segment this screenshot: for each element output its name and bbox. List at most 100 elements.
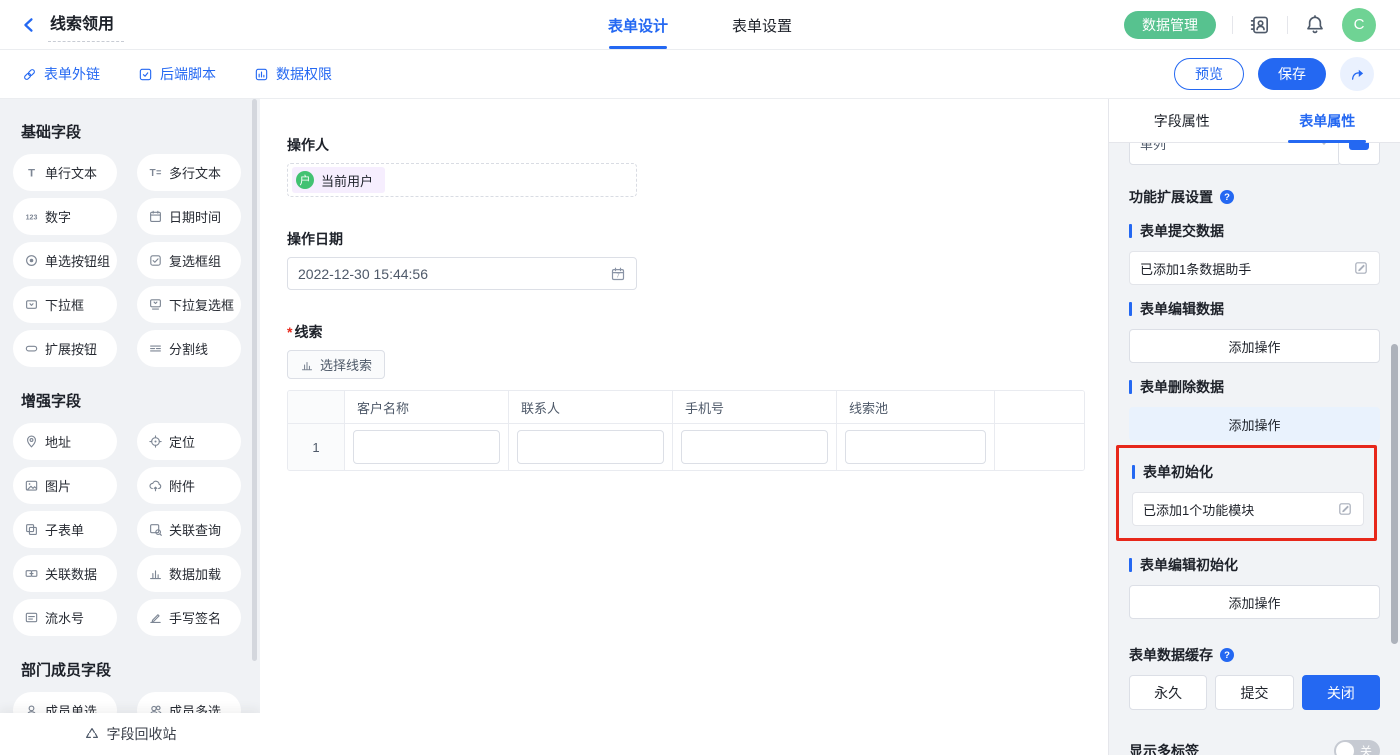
svg-text:T: T: [28, 167, 35, 179]
sidebar-item-select[interactable]: 下拉框: [13, 286, 117, 323]
table-cell-input[interactable]: [845, 430, 986, 464]
sidebar-item-address[interactable]: 地址: [13, 423, 117, 460]
sidebar-item-subform[interactable]: 子表单: [13, 511, 117, 548]
add-action-button[interactable]: 添加操作: [1129, 329, 1380, 363]
back-icon[interactable]: [20, 16, 38, 34]
sidebar-item-locate[interactable]: 定位: [137, 423, 241, 460]
contacts-icon[interactable]: [1249, 14, 1271, 36]
sidebar-item-reldata[interactable]: 关联数据: [13, 555, 117, 592]
page-title[interactable]: 线索领用: [48, 8, 124, 42]
app-root: 线索领用 表单设计 表单设置 数据管理 C 表单外链 后端脚本 数据权限 预览 保存…: [0, 0, 1400, 755]
save-button[interactable]: 保存: [1258, 58, 1326, 90]
add-action-button[interactable]: 添加操作: [1129, 585, 1380, 619]
cache-option-button[interactable]: 提交: [1215, 675, 1293, 710]
cache-option-button[interactable]: 永久: [1129, 675, 1207, 710]
operator-field-label: 操作人: [287, 135, 1108, 155]
edit-pencil-icon[interactable]: [1337, 501, 1353, 517]
sidebar-item-sign[interactable]: 手写签名: [137, 599, 241, 636]
form-canvas[interactable]: 操作人 户 当前用户 操作日期 2022-12-30 15:44:56 7 *: [260, 99, 1108, 755]
panel-scrollbar[interactable]: [1391, 344, 1398, 644]
toolbar-link-label: 表单外链: [44, 64, 100, 84]
clipped-icon-button[interactable]: [1338, 143, 1380, 165]
section-accent-bar: [1129, 558, 1132, 572]
sidebar-item-label: 多行文本: [169, 163, 221, 182]
clue-table-header-cell: 手机号: [673, 391, 837, 424]
operator-field-value[interactable]: 户 当前用户: [287, 163, 637, 197]
sidebar-item-radio[interactable]: 单选按钮组: [13, 242, 117, 279]
sidebar-item-textarea[interactable]: T多行文本: [137, 154, 241, 191]
clue-table-cell: [509, 424, 673, 470]
sidebar-item-label: 子表单: [45, 520, 84, 539]
operation-date-input[interactable]: 2022-12-30 15:44:56 7: [287, 257, 637, 290]
number-icon: 123: [24, 209, 39, 224]
radio-icon: [24, 253, 39, 268]
chevron-down-icon: [1318, 143, 1330, 149]
panel-value-field[interactable]: 已添加1条数据助手: [1129, 251, 1380, 285]
sidebar-item-relquery[interactable]: 关联查询: [137, 511, 241, 548]
bell-icon[interactable]: [1304, 14, 1326, 36]
sidebar-item-multiselect[interactable]: 下拉复选框: [137, 286, 241, 323]
clue-table-header-cell: 线索池: [837, 391, 995, 424]
table-cell-input[interactable]: [517, 430, 664, 464]
table-cell-input[interactable]: [681, 430, 828, 464]
tab-form-properties[interactable]: 表单属性: [1255, 99, 1400, 142]
edit-pencil-icon[interactable]: [1353, 260, 1369, 276]
svg-text:7: 7: [616, 273, 620, 279]
required-mark: *: [287, 324, 292, 340]
user-avatar-icon: 户: [296, 171, 314, 189]
sidebar-item-attach[interactable]: 附件: [137, 467, 241, 504]
date-field[interactable]: 操作日期 2022-12-30 15:44:56 7: [287, 229, 1108, 290]
field-recycle-bin[interactable]: 字段回收站: [0, 713, 260, 755]
preview-button[interactable]: 预览: [1174, 58, 1244, 90]
cache-option-button[interactable]: 关闭: [1302, 675, 1380, 710]
topbar-left: 线索领用: [0, 8, 124, 42]
sidebar-item-text[interactable]: T单行文本: [13, 154, 117, 191]
properties-panel-body: 单列 功能扩展设置 ? 表单提交数据已添加1条数据助手表单编辑数据添加操作表单删…: [1109, 143, 1400, 755]
operator-field[interactable]: 操作人 户 当前用户: [287, 135, 1108, 197]
sidebar-scrollbar[interactable]: [252, 99, 257, 661]
link-icon: [22, 67, 37, 82]
multiselect-icon: [148, 297, 163, 312]
clue-table-cell: [345, 424, 509, 470]
tab-field-properties[interactable]: 字段属性: [1109, 99, 1255, 142]
help-icon[interactable]: ?: [1219, 189, 1235, 205]
help-icon[interactable]: ?: [1219, 647, 1235, 663]
choose-clue-button[interactable]: 选择线索: [287, 350, 385, 379]
sidebar-item-image[interactable]: 图片: [13, 467, 117, 504]
sidebar-item-serial[interactable]: 流水号: [13, 599, 117, 636]
highlight-red-box: 表单初始化已添加1个功能模块: [1116, 445, 1377, 541]
sidebar-item-dataload[interactable]: 数据加载: [137, 555, 241, 592]
toolbar-link-link[interactable]: 表单外链: [22, 64, 100, 84]
extension-settings-title: 功能扩展设置: [1129, 187, 1213, 207]
multi-tab-toggle[interactable]: 关: [1334, 740, 1380, 755]
add-action-button[interactable]: 添加操作: [1129, 407, 1380, 441]
tab-form-settings[interactable]: 表单设置: [732, 0, 792, 50]
clipped-select[interactable]: 单列: [1129, 143, 1341, 165]
current-user-tag[interactable]: 户 当前用户: [292, 167, 385, 193]
clue-field[interactable]: * 线索 选择线索 客户名称联系人手机号线索池1: [287, 322, 1108, 471]
clipped-blue-icon: [1349, 143, 1369, 150]
tab-form-design[interactable]: 表单设计: [608, 0, 668, 50]
sign-icon: [148, 610, 163, 625]
data-manage-button[interactable]: 数据管理: [1124, 11, 1216, 39]
sidebar-item-divider[interactable]: 分割线: [137, 330, 241, 367]
table-cell-input[interactable]: [353, 430, 500, 464]
share-button[interactable]: [1340, 57, 1374, 91]
sidebar-item-extbutton[interactable]: 扩展按钮: [13, 330, 117, 367]
sidebar-item-number[interactable]: 123数字: [13, 198, 117, 235]
sidebar-item-checkbox[interactable]: 复选框组: [137, 242, 241, 279]
toolbar-link-permission[interactable]: 数据权限: [254, 64, 332, 84]
cache-heading: 表单数据缓存 ?: [1129, 645, 1380, 665]
panel-sections: 表单提交数据已添加1条数据助手表单编辑数据添加操作表单删除数据添加操作表单初始化…: [1129, 221, 1380, 619]
divider: [1287, 16, 1288, 34]
sidebar-item-label: 附件: [169, 476, 195, 495]
extension-settings-heading: 功能扩展设置 ?: [1129, 187, 1380, 207]
svg-text:123: 123: [26, 214, 38, 221]
sidebar-item-datetime[interactable]: 日期时间: [137, 198, 241, 235]
panel-value-field[interactable]: 已添加1个功能模块: [1132, 492, 1364, 526]
clue-table-header-cell-empty: [995, 391, 1084, 424]
avatar[interactable]: C: [1342, 8, 1376, 42]
text-icon: T: [24, 165, 39, 180]
toolbar-link-script[interactable]: 后端脚本: [138, 64, 216, 84]
sidebar-item-label: 日期时间: [169, 207, 221, 226]
